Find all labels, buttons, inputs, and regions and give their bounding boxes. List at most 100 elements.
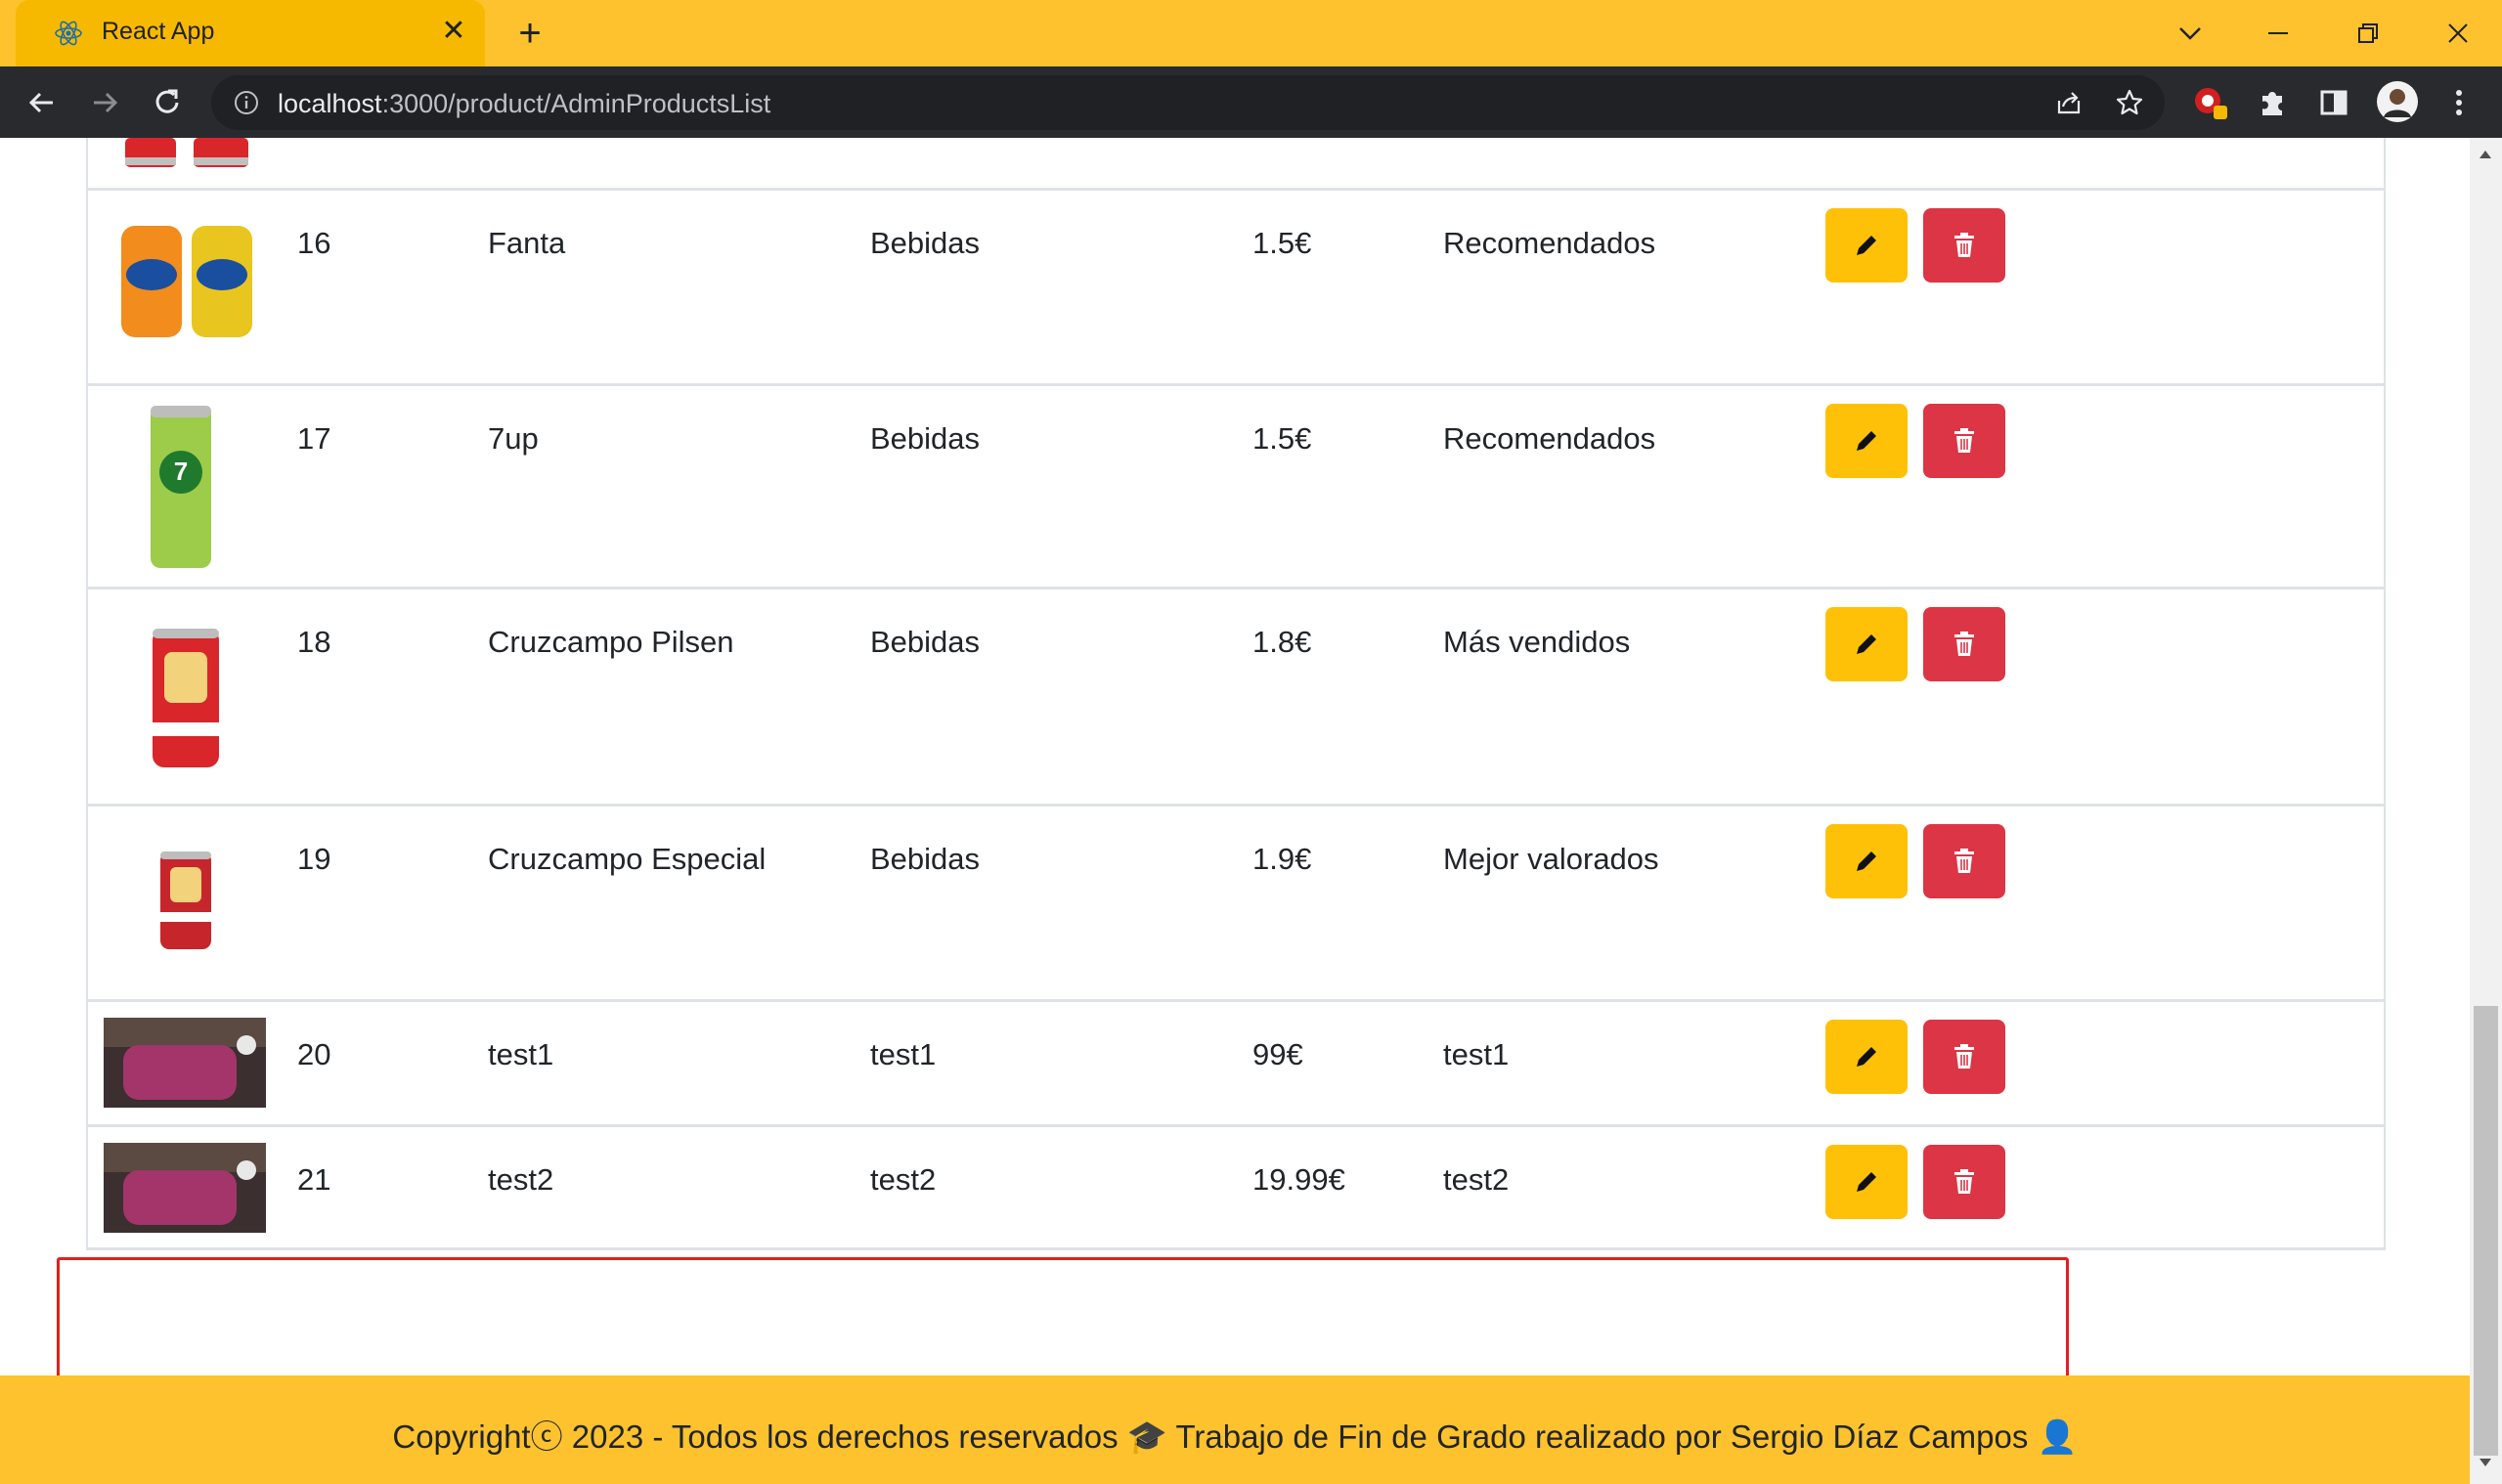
vertical-scrollbar[interactable] bbox=[2470, 138, 2502, 1484]
url-host: localhost bbox=[278, 89, 382, 118]
product-price: 1.5€ bbox=[1252, 421, 1312, 456]
product-id: 17 bbox=[297, 421, 331, 456]
edit-button[interactable] bbox=[1825, 1145, 1908, 1219]
pencil-icon bbox=[1857, 431, 1876, 451]
svg-text:7: 7 bbox=[174, 457, 188, 486]
share-icon[interactable] bbox=[2053, 87, 2085, 118]
more-menu-icon[interactable] bbox=[2440, 84, 2478, 121]
product-image-oido-cocina bbox=[104, 1018, 266, 1108]
product-section: test1 bbox=[1443, 1037, 1510, 1071]
delete-button[interactable] bbox=[1923, 1145, 2005, 1219]
side-panel-icon[interactable] bbox=[2315, 84, 2352, 121]
edit-button[interactable] bbox=[1825, 404, 1908, 478]
product-name: 7up bbox=[488, 421, 539, 456]
address-bar[interactable]: localhost:3000/product/AdminProductsList bbox=[211, 75, 2165, 130]
product-image bbox=[125, 138, 248, 167]
product-section: Más vendidos bbox=[1443, 625, 1631, 659]
edit-button[interactable] bbox=[1825, 607, 1908, 681]
url-text[interactable]: localhost:3000/product/AdminProductsList bbox=[278, 89, 770, 119]
product-id: 19 bbox=[297, 842, 331, 876]
delete-button[interactable] bbox=[1923, 1020, 2005, 1094]
page-viewport: 16 Fanta Bebidas 1.5€ Recomendados 7 17 … bbox=[0, 138, 2470, 1484]
pencil-icon bbox=[1857, 1047, 1876, 1067]
extension-badge-icon[interactable] bbox=[2192, 84, 2229, 121]
delete-button[interactable] bbox=[1923, 404, 2005, 478]
product-name: test1 bbox=[488, 1037, 554, 1071]
product-category: Bebidas bbox=[870, 226, 981, 260]
browser-toolbar: localhost:3000/product/AdminProductsList bbox=[0, 66, 2502, 138]
product-section: Recomendados bbox=[1443, 421, 1656, 456]
trash-icon bbox=[1954, 632, 1974, 656]
product-id: 20 bbox=[297, 1037, 331, 1071]
product-name: Cruzcampo Especial bbox=[488, 842, 767, 876]
back-arrow-icon[interactable] bbox=[22, 82, 63, 123]
table-row: 7 17 7up Bebidas 1.5€ Recomendados bbox=[88, 386, 2384, 589]
product-category: Bebidas bbox=[870, 421, 981, 456]
product-image-oido-cocina bbox=[104, 1143, 266, 1233]
minimize-icon[interactable] bbox=[2255, 10, 2302, 57]
trash-icon bbox=[1954, 849, 1974, 873]
product-image-fanta bbox=[121, 226, 252, 337]
pencil-icon bbox=[1857, 634, 1876, 654]
browser-tab-strip: React App ✕ + bbox=[0, 0, 2502, 66]
product-price: 1.9€ bbox=[1252, 842, 1312, 876]
bookmark-star-icon[interactable] bbox=[2114, 87, 2145, 118]
tab-close-icon[interactable]: ✕ bbox=[436, 14, 471, 49]
product-price: 1.8€ bbox=[1252, 625, 1312, 659]
product-price: 99€ bbox=[1252, 1037, 1303, 1071]
product-id: 16 bbox=[297, 226, 331, 260]
scrollbar-thumb[interactable] bbox=[2474, 1006, 2498, 1456]
edit-button[interactable] bbox=[1825, 208, 1908, 283]
page-footer: Copyrightⓒ 2023 - Todos los derechos res… bbox=[0, 1375, 2470, 1484]
trash-icon bbox=[1954, 1044, 1974, 1069]
product-name: test2 bbox=[488, 1162, 554, 1197]
trash-icon bbox=[1954, 233, 1974, 257]
delete-button[interactable] bbox=[1923, 824, 2005, 898]
scroll-up-arrow-icon[interactable] bbox=[2478, 148, 2493, 161]
extensions-puzzle-icon[interactable] bbox=[2255, 84, 2292, 121]
product-category: test1 bbox=[870, 1037, 937, 1071]
delete-button[interactable] bbox=[1923, 607, 2005, 681]
trash-icon bbox=[1954, 428, 1974, 453]
pencil-icon bbox=[1857, 1172, 1876, 1192]
product-image-7up: 7 bbox=[151, 406, 211, 568]
product-name: Fanta bbox=[488, 226, 566, 260]
url-path: :3000/product/AdminProductsList bbox=[381, 89, 771, 118]
new-tab-button[interactable]: + bbox=[508, 12, 551, 55]
product-image-cruzcampo-pilsen bbox=[153, 629, 219, 767]
edit-button[interactable] bbox=[1825, 1020, 1908, 1094]
table-row: 21 test2 test2 19.99€ test2 bbox=[88, 1127, 2384, 1250]
close-window-icon[interactable] bbox=[2435, 10, 2481, 57]
table-row: 20 test1 test1 99€ test1 bbox=[88, 1002, 2384, 1127]
products-table: 16 Fanta Bebidas 1.5€ Recomendados 7 17 … bbox=[86, 138, 2386, 1250]
product-section: Recomendados bbox=[1443, 226, 1656, 260]
tab-title: React App bbox=[102, 18, 215, 45]
profile-avatar[interactable] bbox=[2376, 80, 2419, 123]
forward-arrow-icon[interactable] bbox=[84, 82, 125, 123]
react-icon bbox=[55, 21, 82, 46]
product-image-cruzcampo-especial bbox=[160, 851, 211, 949]
browser-tab[interactable]: React App ✕ bbox=[16, 0, 485, 66]
table-row: 16 Fanta Bebidas 1.5€ Recomendados bbox=[88, 191, 2384, 386]
product-id: 21 bbox=[297, 1162, 331, 1197]
site-info-icon[interactable] bbox=[233, 89, 260, 116]
product-name: Cruzcampo Pilsen bbox=[488, 625, 734, 659]
product-section: Mejor valorados bbox=[1443, 842, 1659, 876]
delete-button[interactable] bbox=[1923, 208, 2005, 283]
reload-icon[interactable] bbox=[147, 82, 188, 123]
pencil-icon bbox=[1857, 851, 1876, 871]
trash-icon bbox=[1954, 1169, 1974, 1194]
product-category: test2 bbox=[870, 1162, 937, 1197]
tab-search-chevron-icon[interactable] bbox=[2167, 10, 2214, 57]
table-row-partial bbox=[88, 138, 2384, 191]
table-row: 19 Cruzcampo Especial Bebidas 1.9€ Mejor… bbox=[88, 807, 2384, 1002]
restore-icon[interactable] bbox=[2345, 10, 2392, 57]
edit-button[interactable] bbox=[1825, 824, 1908, 898]
product-id: 18 bbox=[297, 625, 331, 659]
table-row: 18 Cruzcampo Pilsen Bebidas 1.8€ Más ven… bbox=[88, 589, 2384, 807]
scroll-down-arrow-icon[interactable] bbox=[2478, 1456, 2493, 1469]
product-category: Bebidas bbox=[870, 625, 981, 659]
product-category: Bebidas bbox=[870, 842, 981, 876]
pencil-icon bbox=[1857, 236, 1876, 255]
footer-text: Copyrightⓒ 2023 - Todos los derechos res… bbox=[392, 1419, 2078, 1455]
